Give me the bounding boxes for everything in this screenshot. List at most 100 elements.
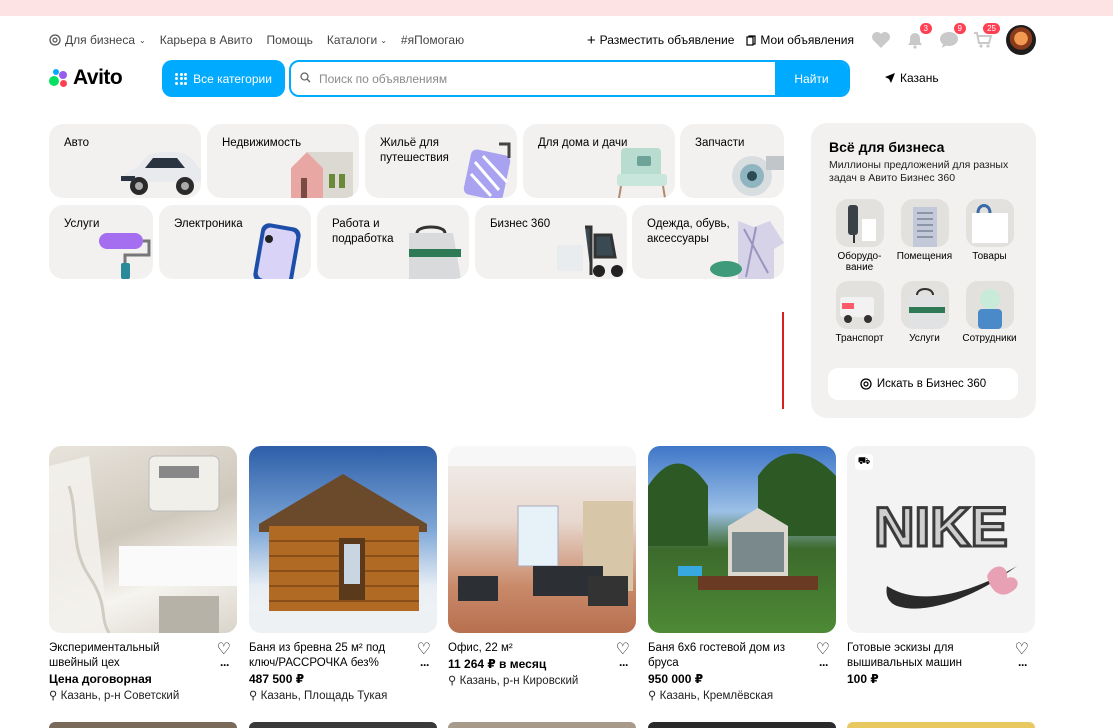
listing-price: 11 264 ₽ в месяц (448, 657, 547, 671)
business-item-goods[interactable]: Товары (957, 199, 1022, 273)
listing-card[interactable]: Экспериментальный швейный цех Цена догов… (49, 446, 237, 702)
staff-icon (965, 281, 1014, 329)
listing-card[interactable]: Баня 6х6 гостевой дом из бруса 950 000 ₽… (648, 446, 836, 702)
location-pin-icon: ⚲ (448, 675, 457, 687)
paint-roller-image (99, 233, 151, 279)
listing-title[interactable]: Экспериментальный швейный цех (49, 641, 209, 671)
favorite-heart-icon[interactable]: ♡ (417, 639, 431, 659)
more-options-icon[interactable]: ··· (1018, 658, 1028, 672)
category-home[interactable]: Для дома и дачи (523, 124, 675, 198)
search-button[interactable]: Найти (775, 62, 848, 95)
favorite-heart-icon[interactable]: ♡ (1015, 639, 1029, 659)
catalogs-link[interactable]: Каталоги ⌄ (327, 33, 387, 47)
business-item-label: Сотрудники (962, 333, 1017, 344)
business-item-label: Услуги (909, 333, 940, 344)
business-item-equipment[interactable]: Оборудо-вание (827, 199, 892, 273)
promo-strip (0, 0, 1113, 16)
listing-photo: ⛟ NIKE (847, 446, 1035, 633)
category-label: Бизнес 360 (490, 218, 551, 230)
notifications-button[interactable]: 3 (904, 23, 932, 51)
business-block: Всё для бизнеса Миллионы предложений для… (811, 123, 1036, 418)
more-options-icon[interactable]: ··· (619, 658, 629, 672)
catalogs-label: Каталоги (326, 33, 378, 47)
my-ads-link[interactable]: Мои объявления (746, 33, 854, 47)
category-label: Электроника (174, 218, 243, 230)
business-item-staff[interactable]: Сотрудники (957, 281, 1022, 344)
equipment-icon (835, 199, 884, 247)
search-input[interactable] (319, 71, 775, 86)
chat-icon (940, 32, 958, 48)
business-icon (49, 34, 61, 46)
backpack-image (409, 225, 461, 279)
favorite-heart-icon[interactable]: ♡ (816, 639, 830, 659)
listing-price: 487 500 ₽ (249, 672, 305, 686)
search-icon (291, 71, 319, 86)
plus-icon: + (586, 31, 596, 49)
all-categories-button[interactable]: Все категории (162, 60, 285, 97)
post-ad-button[interactable]: + Разместить объявление (587, 32, 735, 49)
forklift-image (557, 225, 623, 277)
business-link-label: Для бизнеса (65, 33, 136, 47)
listing-price: 100 ₽ (847, 672, 879, 686)
more-options-icon[interactable]: ··· (220, 658, 230, 672)
grid-icon (175, 72, 188, 85)
business-link[interactable]: Для бизнеса ⌄ (49, 33, 146, 47)
listing-title[interactable]: Баня 6х6 гостевой дом из бруса (648, 641, 808, 671)
avatar[interactable] (1006, 25, 1036, 55)
listing-card[interactable]: ⛟ NIKE Готовые эскизы для вышивальных ма… (847, 446, 1035, 686)
logo-text: Avito (73, 66, 123, 89)
more-options-icon[interactable]: ··· (819, 658, 829, 672)
location-pin-icon: ⚲ (49, 690, 58, 702)
listing-card[interactable]: Баня из бревна 25 м² под ключ/РАССРОЧКА … (249, 446, 437, 702)
listing-photo (49, 446, 237, 633)
next-row-photo (249, 722, 437, 728)
chevron-down-icon: ⌄ (380, 35, 387, 45)
category-label: Жильё для путешествия (380, 137, 449, 164)
business-item-services[interactable]: Услуги (892, 281, 957, 344)
listing-photo (249, 446, 437, 633)
help-link[interactable]: Помощь (267, 33, 313, 47)
business360-icon (860, 378, 872, 390)
business-item-label: Транспорт (835, 333, 884, 344)
cart-button[interactable]: 25 (972, 23, 1000, 51)
location-pin-icon: ⚲ (648, 690, 657, 702)
ipomogayu-link[interactable]: #яПомогаю (401, 33, 464, 47)
category-parts[interactable]: Запчасти (680, 124, 784, 198)
favorite-heart-icon[interactable]: ♡ (616, 639, 630, 659)
business-item-premises[interactable]: Помещения (892, 199, 957, 273)
suitcase-image (463, 142, 511, 198)
category-business360[interactable]: Бизнес 360 (475, 205, 627, 279)
listing-price: Цена договорная (49, 672, 152, 686)
category-electronics[interactable]: Электроника (159, 205, 311, 279)
category-services[interactable]: Услуги (49, 205, 153, 279)
notifications-badge: 3 (919, 23, 932, 34)
bag-icon (900, 281, 949, 329)
goods-icon (965, 199, 1014, 247)
listing-title[interactable]: Готовые эскизы для вышивальных машин (847, 641, 1007, 671)
listing-price: 950 000 ₽ (648, 672, 704, 686)
listing-location-text: Казань, Кремлёвская (659, 690, 774, 702)
search-business360-button[interactable]: Искать в Бизнес 360 (828, 368, 1018, 400)
city-selector[interactable]: Казань (885, 71, 939, 85)
favorite-heart-icon[interactable]: ♡ (217, 639, 231, 659)
avito-logo[interactable]: Avito (49, 66, 123, 90)
category-travel[interactable]: Жильё для путешествия (365, 124, 517, 198)
career-link[interactable]: Карьера в Авито (160, 33, 253, 47)
listing-location: ⚲ Казань, р-н Кировский (448, 673, 636, 687)
business-item-transport[interactable]: Транспорт (827, 281, 892, 344)
favorites-button[interactable] (870, 29, 892, 51)
messages-button[interactable]: 9 (938, 23, 966, 51)
search-business360-label: Искать в Бизнес 360 (876, 378, 987, 390)
category-jobs[interactable]: Работа и подработка (317, 205, 469, 279)
more-options-icon[interactable]: ··· (420, 658, 430, 672)
listing-title[interactable]: Баня из бревна 25 м² под ключ/РАССРОЧКА … (249, 641, 409, 671)
listing-card[interactable]: Офис, 22 м² 11 264 ₽ в месяц ⚲ Казань, р… (448, 446, 636, 687)
listing-title[interactable]: Офис, 22 м² (448, 641, 608, 656)
category-clothes[interactable]: Одежда, обувь, аксессуары (632, 205, 784, 279)
category-realty[interactable]: Недвижимость (207, 124, 359, 198)
my-ads-icon (746, 34, 757, 46)
next-row-photo (847, 722, 1035, 728)
category-auto[interactable]: Авто (49, 124, 201, 198)
bell-icon (908, 33, 922, 49)
turbo-image (732, 156, 784, 196)
